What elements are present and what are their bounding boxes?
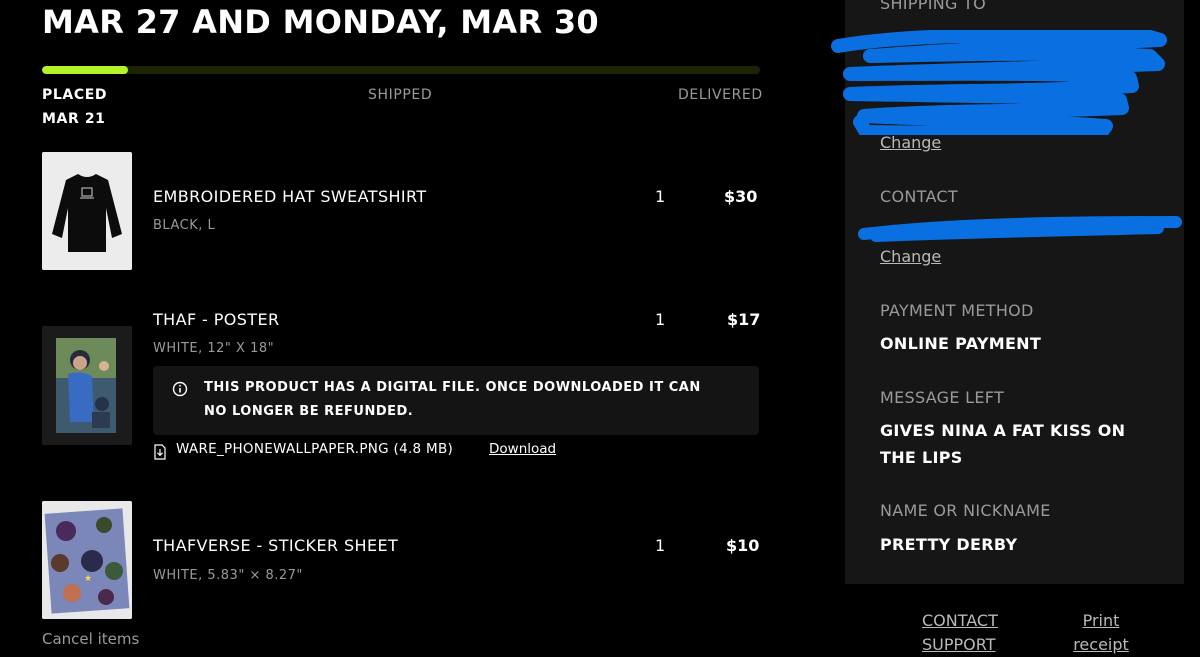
payment-method-value: ONLINE PAYMENT [880, 334, 1042, 353]
nickname-label: NAME OR NICKNAME [880, 501, 1051, 520]
step-delivered: DELIVERED [678, 87, 763, 103]
item-name[interactable]: EMBROIDERED HAT SWEATSHIRT [153, 186, 427, 208]
item-quantity: 1 [655, 536, 666, 555]
step-placed-date: MAR 21 [42, 111, 106, 127]
change-contact-link[interactable]: Change [880, 247, 941, 266]
order-progress-fill [42, 66, 129, 74]
sticker-sheet-image: ★ [42, 501, 132, 619]
message-left-value: GIVES NINA A FAT KISS ON THE LIPS [880, 421, 1126, 467]
digital-file-name: WARE_PHONEWALLPAPER.PNG (4.8 MB) [176, 441, 454, 457]
contact-label: CONTACT [880, 187, 958, 206]
payment-method-label: PAYMENT METHOD [880, 301, 1034, 320]
cancel-items-link[interactable]: Cancel items [42, 630, 139, 648]
file-download-icon [154, 444, 166, 460]
svg-text:★: ★ [84, 574, 92, 584]
contact-support-link[interactable]: CONTACT SUPPORT [922, 609, 1032, 657]
order-delivery-headline: MAR 27 AND MONDAY, MAR 30 [42, 3, 599, 41]
sweatshirt-thumbnail[interactable] [42, 152, 132, 270]
print-receipt-link[interactable]: Print receipt [1066, 609, 1136, 657]
item-name[interactable]: THAFVERSE - STICKER SHEET [153, 535, 398, 557]
step-placed: PLACED [42, 87, 108, 103]
step-shipped: SHIPPED [368, 87, 433, 103]
sticker-sheet-thumbnail[interactable]: ★ [42, 501, 132, 619]
poster-image [42, 326, 132, 445]
order-progress-bar [42, 66, 760, 74]
download-link[interactable]: Download [489, 441, 556, 457]
item-variant: BLACK, L [153, 218, 216, 233]
item-variant: WHITE, 12" X 18" [153, 341, 275, 356]
digital-file-notice-text: THIS PRODUCT HAS A DIGITAL FILE. ONCE DO… [204, 380, 701, 419]
item-variant: WHITE, 5.83" × 8.27" [153, 568, 303, 583]
item-price: $17 [727, 310, 761, 329]
poster-thumbnail[interactable] [42, 326, 132, 445]
item-price: $30 [724, 187, 758, 206]
sweatshirt-image [42, 152, 132, 270]
nickname-value: PRETTY DERBY [880, 535, 1018, 554]
item-quantity: 1 [655, 187, 666, 206]
item-name[interactable]: THAF - POSTER [153, 309, 280, 331]
shipping-address-redaction [831, 30, 1167, 135]
contact-redaction [858, 216, 1182, 242]
item-price: $10 [726, 536, 760, 555]
message-left-label: MESSAGE LEFT [880, 388, 1005, 407]
change-shipping-link[interactable]: Change [880, 133, 941, 152]
shipping-to-label: SHIPPING TO [880, 0, 987, 13]
info-icon [172, 381, 188, 397]
item-quantity: 1 [655, 310, 666, 329]
